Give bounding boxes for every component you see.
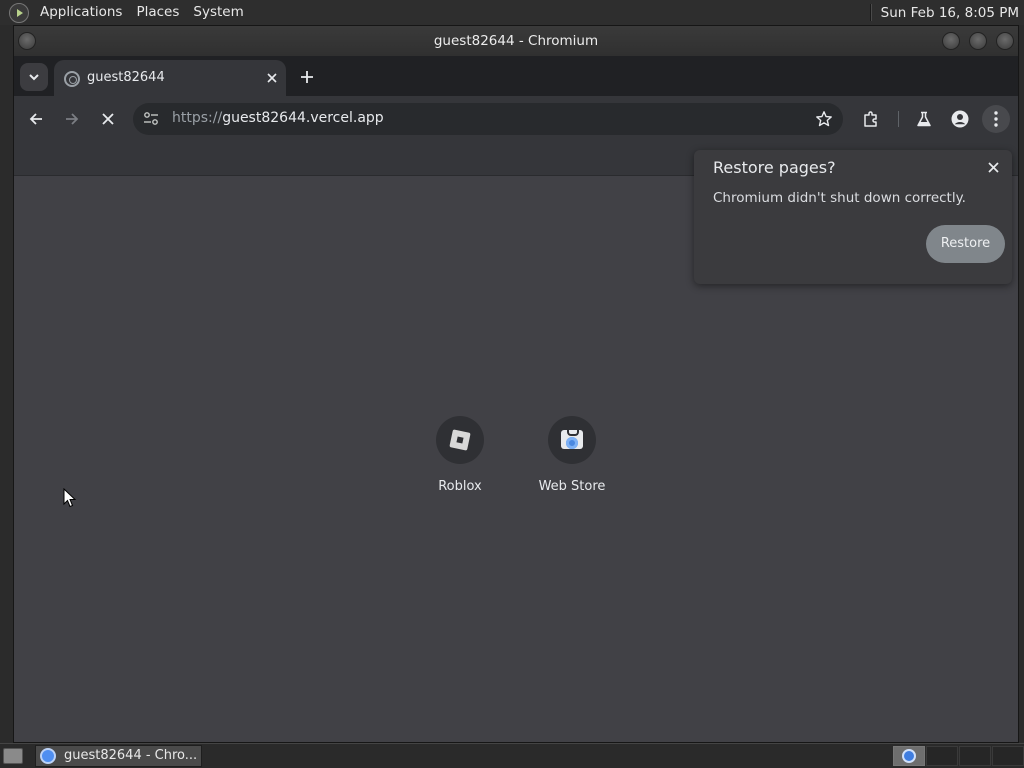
bookmark-star-icon[interactable] <box>815 110 833 128</box>
url-scheme: https:// <box>172 110 223 126</box>
taskbar-window-label: guest82644 - Chro... <box>64 748 198 763</box>
popup-message: Chromium didn't shut down correctly. <box>713 190 966 206</box>
taskbar-window-button[interactable]: guest82644 - Chro... <box>35 745 202 767</box>
url-text[interactable]: https://guest82644.vercel.app <box>172 110 384 126</box>
chevron-down-icon <box>29 74 39 81</box>
applications-menu[interactable]: Applications <box>33 0 129 25</box>
chromium-icon <box>40 748 56 764</box>
flask-icon <box>917 111 931 127</box>
back-button[interactable] <box>22 105 50 133</box>
places-menu[interactable]: Places <box>129 0 186 25</box>
close-icon <box>267 73 277 83</box>
minimize-button[interactable] <box>942 32 960 50</box>
toolbar-divider <box>898 111 899 127</box>
distro-logo-icon[interactable] <box>9 2 29 23</box>
url-host: guest82644.vercel.app <box>222 110 384 126</box>
workspace-4[interactable] <box>992 746 1024 766</box>
window-titlebar[interactable]: guest82644 - Chromium <box>14 26 1018 56</box>
workspace-3[interactable] <box>959 746 991 766</box>
forward-button[interactable] <box>58 105 86 133</box>
shortcut-web-store[interactable]: Web Store <box>516 416 628 494</box>
workspace-1[interactable] <box>893 746 925 766</box>
address-bar[interactable]: https://guest82644.vercel.app <box>133 103 843 135</box>
workspace-2[interactable] <box>926 746 958 766</box>
close-window-button[interactable] <box>996 32 1014 50</box>
chromium-icon <box>902 749 916 763</box>
maximize-button[interactable] <box>969 32 987 50</box>
tab-title: guest82644 <box>87 70 165 85</box>
show-desktop-icon[interactable] <box>3 748 23 764</box>
extensions-button[interactable] <box>857 105 885 133</box>
tab-close-button[interactable] <box>263 69 281 87</box>
tab-favicon-icon <box>64 71 80 87</box>
chromium-window: guest82644 - Chromium guest82644 https:/… <box>13 25 1019 743</box>
site-info-icon[interactable] <box>143 111 159 127</box>
window-title: guest82644 - Chromium <box>433 33 599 49</box>
stop-loading-button[interactable] <box>94 105 122 133</box>
shortcut-roblox[interactable]: Roblox <box>404 416 516 494</box>
panel-separator <box>869 4 872 21</box>
system-tray: Sun Feb 16, 8:05 PM <box>869 0 1024 25</box>
system-top-panel: Applications Places System Sun Feb 16, 8… <box>0 0 1024 25</box>
tab-guest82644[interactable]: guest82644 <box>54 60 286 96</box>
clock[interactable]: Sun Feb 16, 8:05 PM <box>881 5 1024 21</box>
popup-close-button[interactable] <box>983 157 1003 177</box>
mouse-cursor-icon <box>63 488 77 508</box>
close-icon <box>987 161 999 173</box>
labs-button[interactable] <box>910 105 938 133</box>
window-menu-icon[interactable] <box>18 32 36 50</box>
roblox-icon <box>436 416 484 464</box>
shortcut-label: Web Store <box>538 479 606 494</box>
puzzle-icon <box>864 111 877 127</box>
more-vert-icon <box>994 111 998 127</box>
shortcut-label: Roblox <box>438 479 482 494</box>
system-menu[interactable]: System <box>186 0 250 25</box>
profile-button[interactable] <box>946 105 974 133</box>
system-bottom-panel: guest82644 - Chro... <box>0 743 1024 768</box>
restore-pages-bubble: Restore pages? Chromium didn't shut down… <box>694 150 1012 284</box>
chrome-menu-button[interactable] <box>982 105 1010 133</box>
new-tab-button[interactable] <box>295 65 319 89</box>
account-icon <box>951 110 969 128</box>
arrow-right-icon <box>66 113 79 125</box>
web-store-icon <box>548 416 596 464</box>
tab-strip: guest82644 <box>14 56 1018 96</box>
restore-button[interactable]: Restore <box>926 225 1005 263</box>
tab-search-button[interactable] <box>20 63 48 91</box>
popup-title: Restore pages? <box>713 158 836 177</box>
close-icon <box>102 113 114 125</box>
browser-toolbar: https://guest82644.vercel.app <box>14 96 1018 142</box>
plus-icon <box>301 71 313 83</box>
arrow-left-icon <box>29 113 42 125</box>
